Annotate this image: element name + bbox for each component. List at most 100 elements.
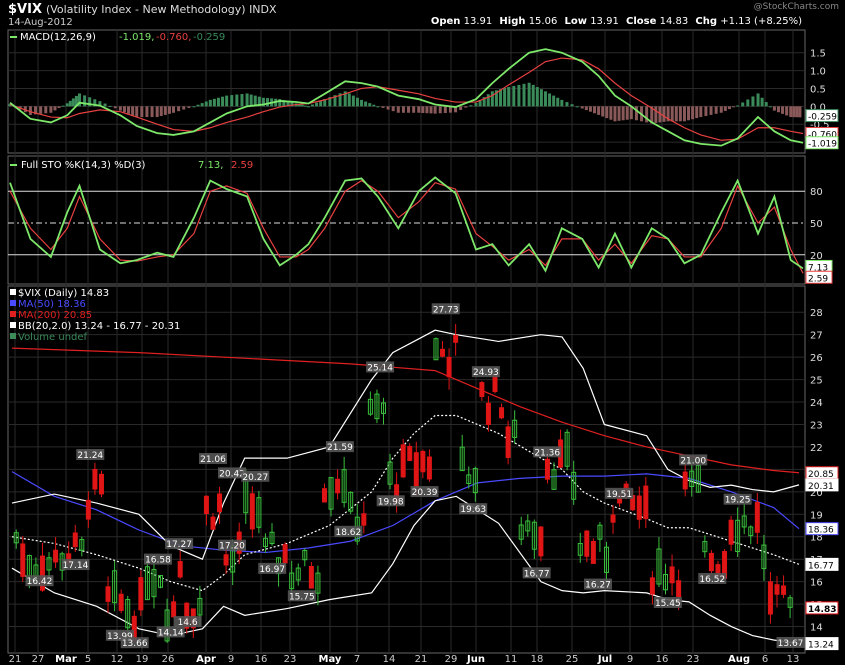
price-annotation: 21.59 xyxy=(327,443,353,453)
macd-histogram-bar xyxy=(662,106,666,122)
price-value-tag-text: 16.77 xyxy=(808,561,834,571)
chart-canvas: 1.51.00.50.0-0.5-1.0MACD(12,26,9)-1.019,… xyxy=(7,29,839,665)
macd-histogram-bar xyxy=(159,106,163,116)
macd-histogram-bar xyxy=(391,106,395,112)
macd-histogram-bar xyxy=(499,89,503,107)
macd-histogram-bar xyxy=(741,102,745,107)
candle-body xyxy=(138,577,144,611)
price-annotation: 25.14 xyxy=(367,363,393,373)
macd-histogram-bar xyxy=(401,106,405,113)
price-annotation: 21.06 xyxy=(200,455,226,465)
macd-histogram-bar xyxy=(376,106,380,108)
macd-histogram-bar xyxy=(177,106,181,112)
candle-body xyxy=(407,446,413,461)
macd-histogram-bar xyxy=(192,106,196,108)
x-tick-label: 16 xyxy=(656,654,669,665)
macd-histogram-bar xyxy=(61,105,65,107)
x-tick-label: Mar xyxy=(55,654,77,665)
price-tick: 28 xyxy=(810,308,823,319)
x-tick-label: 9 xyxy=(627,654,633,665)
macd-histogram-bar xyxy=(155,106,159,118)
candle-body xyxy=(446,356,452,378)
macd-histogram-bar xyxy=(464,106,468,108)
macd-histogram-bar xyxy=(421,106,425,113)
macd-histogram-bar xyxy=(609,106,613,120)
candle-body xyxy=(177,561,183,578)
macd-histogram-bar xyxy=(182,106,186,110)
price-value-tag-text: 20.85 xyxy=(808,470,834,480)
macd-histogram-bar xyxy=(570,104,574,107)
macd-histogram-bar xyxy=(135,106,139,118)
macd-histogram-bar xyxy=(57,106,61,109)
macd-histogram-bar xyxy=(68,100,72,107)
price-annotation: 21.24 xyxy=(77,451,103,461)
price-annotation: 16.52 xyxy=(699,575,725,585)
bb-middle-line xyxy=(11,414,800,592)
macd-histogram-bar xyxy=(221,96,225,107)
macd-histogram-bar xyxy=(613,106,617,122)
x-tick-label: 19 xyxy=(136,654,149,665)
x-tick-label: 21 xyxy=(415,654,428,665)
macd-histogram-bar xyxy=(407,106,411,113)
price-annotation: 27.73 xyxy=(433,305,459,315)
macd-histogram-bar xyxy=(575,106,579,108)
macd-histogram-bar xyxy=(732,106,736,108)
macd-histogram-bar xyxy=(785,106,789,116)
macd-histogram-bar xyxy=(315,102,319,107)
price-tick: 24 xyxy=(810,398,823,409)
legend-entry: Volume undef xyxy=(18,332,88,343)
candle-body xyxy=(610,514,616,523)
macd-histogram-bar xyxy=(670,106,674,122)
macd-histogram-bar xyxy=(412,106,416,113)
legend-swatch xyxy=(10,300,16,306)
macd-histogram-bar xyxy=(764,102,768,107)
macd-histogram-bar xyxy=(543,91,547,107)
candle-body xyxy=(728,519,734,545)
macd-histogram-bar xyxy=(781,106,785,114)
macd-histogram-bar xyxy=(429,106,433,114)
macd-histogram-bar xyxy=(53,106,57,111)
candle-body xyxy=(708,552,714,572)
price-annotation: 16.97 xyxy=(259,565,285,575)
price-tick: 25 xyxy=(810,376,823,387)
macd-histogram-bar xyxy=(433,106,437,114)
macd-histogram-bar xyxy=(300,104,304,107)
macd-histogram-bar xyxy=(580,106,584,109)
candle-body xyxy=(544,458,550,480)
legend-entry: MA(50) 18.36 xyxy=(18,299,86,310)
macd-histogram-bar xyxy=(597,106,601,115)
candle-body xyxy=(217,493,223,513)
macd-histogram-bar xyxy=(351,95,355,107)
macd-histogram-bar xyxy=(150,106,154,118)
price-annotation: 17.14 xyxy=(63,561,89,571)
macd-histogram-bar xyxy=(789,106,793,118)
macd-histogram-bar xyxy=(756,93,760,107)
candle-body xyxy=(669,566,675,584)
x-tick-label: 26 xyxy=(162,654,175,665)
macd-histogram-bar xyxy=(355,97,359,107)
macd-histogram-bar xyxy=(503,88,507,107)
macd-histogram-bar xyxy=(601,106,605,117)
macd-histogram-bar xyxy=(103,103,107,107)
candle-body xyxy=(118,593,124,611)
macd-histogram-bar xyxy=(306,106,310,108)
macd-histogram-bar xyxy=(145,106,149,118)
macd-hist-value: -0.259 xyxy=(193,32,225,43)
macd-histogram-bar xyxy=(674,106,678,122)
price-annotation: 16.77 xyxy=(524,569,550,579)
macd-value-tag-text: -0.259 xyxy=(808,113,837,123)
macd-histogram-bar xyxy=(593,106,597,114)
candle-body xyxy=(636,495,642,520)
price-annotation: 14.14 xyxy=(158,628,184,638)
candle-body xyxy=(420,451,426,473)
x-tick-label: 6 xyxy=(762,654,768,665)
macd-histogram-bar xyxy=(699,106,703,118)
macd-histogram-bar xyxy=(621,106,625,121)
sto-label: Full STO %K(14,3) %D(3) xyxy=(21,160,146,171)
macd-histogram-bar xyxy=(588,106,592,112)
legend-swatch xyxy=(10,322,16,328)
price-annotation: 18.62 xyxy=(335,528,361,538)
sto-k-value: 7.13, xyxy=(198,160,223,171)
x-axis: 21 27 Mar 5 12 19 26 Apr 9 16 23 May 7 14 21 29 Jun 11 18 2… xyxy=(9,654,800,665)
candle-body xyxy=(210,516,216,530)
